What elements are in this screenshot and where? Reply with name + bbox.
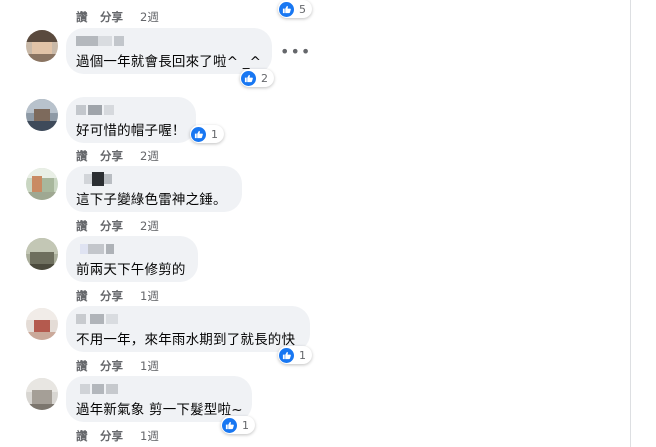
reaction-count: 1 xyxy=(299,348,306,362)
avatar[interactable] xyxy=(26,168,58,200)
reaction-count: 2 xyxy=(261,71,268,85)
timestamp[interactable]: 1週 xyxy=(140,358,159,374)
avatar[interactable] xyxy=(26,238,58,270)
comment-bubble: 好可惜的帽子喔！ xyxy=(66,97,196,143)
timestamp[interactable]: 2週 xyxy=(140,148,159,164)
share-link[interactable]: 分享 xyxy=(100,428,123,444)
comment-bubble: 這下子變綠色雷神之錘。 xyxy=(66,166,242,212)
like-icon xyxy=(279,347,294,363)
reaction-badge[interactable]: 1 xyxy=(278,346,312,364)
comment-text: 不用一年，來年雨水期到了就長的快 xyxy=(76,332,296,348)
share-link[interactable]: 分享 xyxy=(100,288,123,304)
like-link[interactable]: 讚 xyxy=(76,358,88,374)
reaction-badge[interactable]: 1 xyxy=(221,416,255,434)
comment-text: 過年新氣象 剪一下髮型啦~ xyxy=(76,402,243,418)
like-link[interactable]: 讚 xyxy=(76,428,88,444)
timestamp[interactable]: 1週 xyxy=(140,288,159,304)
comment-text: 前兩天下午修剪的 xyxy=(76,262,186,278)
comment-bubble: 過個一年就會長回來了啦^ _^ xyxy=(66,28,272,74)
comment-text: 過個一年就會長回來了啦^ _^ xyxy=(76,54,262,70)
share-link[interactable]: 分享 xyxy=(100,218,123,234)
like-icon xyxy=(241,70,256,86)
more-options-button[interactable]: ••• xyxy=(280,42,311,61)
like-link[interactable]: 讚 xyxy=(76,9,88,25)
share-link[interactable]: 分享 xyxy=(100,358,123,374)
reaction-count: 1 xyxy=(242,418,249,432)
avatar[interactable] xyxy=(26,99,58,131)
timestamp[interactable]: 2週 xyxy=(140,9,159,25)
like-icon xyxy=(191,126,206,142)
avatar[interactable] xyxy=(26,308,58,340)
comment-text: 好可惜的帽子喔！ xyxy=(76,123,186,139)
like-icon xyxy=(222,417,237,433)
reaction-badge[interactable]: 1 xyxy=(190,125,224,143)
comment-bubble: 不用一年，來年雨水期到了就長的快 xyxy=(66,306,310,352)
share-link[interactable]: 分享 xyxy=(100,9,123,25)
comment-bubble: 過年新氣象 剪一下髮型啦~ xyxy=(66,376,252,422)
like-link[interactable]: 讚 xyxy=(76,218,88,234)
reaction-badge[interactable]: 2 xyxy=(240,69,274,87)
avatar[interactable] xyxy=(26,378,58,410)
timestamp[interactable]: 2週 xyxy=(140,218,159,234)
like-icon xyxy=(279,1,294,17)
scrollbar-track[interactable] xyxy=(630,0,631,447)
reaction-count: 5 xyxy=(299,2,306,16)
reaction-badge[interactable]: 5 xyxy=(278,0,312,18)
timestamp[interactable]: 1週 xyxy=(140,428,159,444)
reaction-count: 1 xyxy=(211,127,218,141)
like-link[interactable]: 讚 xyxy=(76,148,88,164)
comment-text: 這下子變綠色雷神之錘。 xyxy=(76,192,227,208)
share-link[interactable]: 分享 xyxy=(100,148,123,164)
comment-bubble: 前兩天下午修剪的 xyxy=(66,236,198,282)
like-link[interactable]: 讚 xyxy=(76,288,88,304)
avatar[interactable] xyxy=(26,30,58,62)
